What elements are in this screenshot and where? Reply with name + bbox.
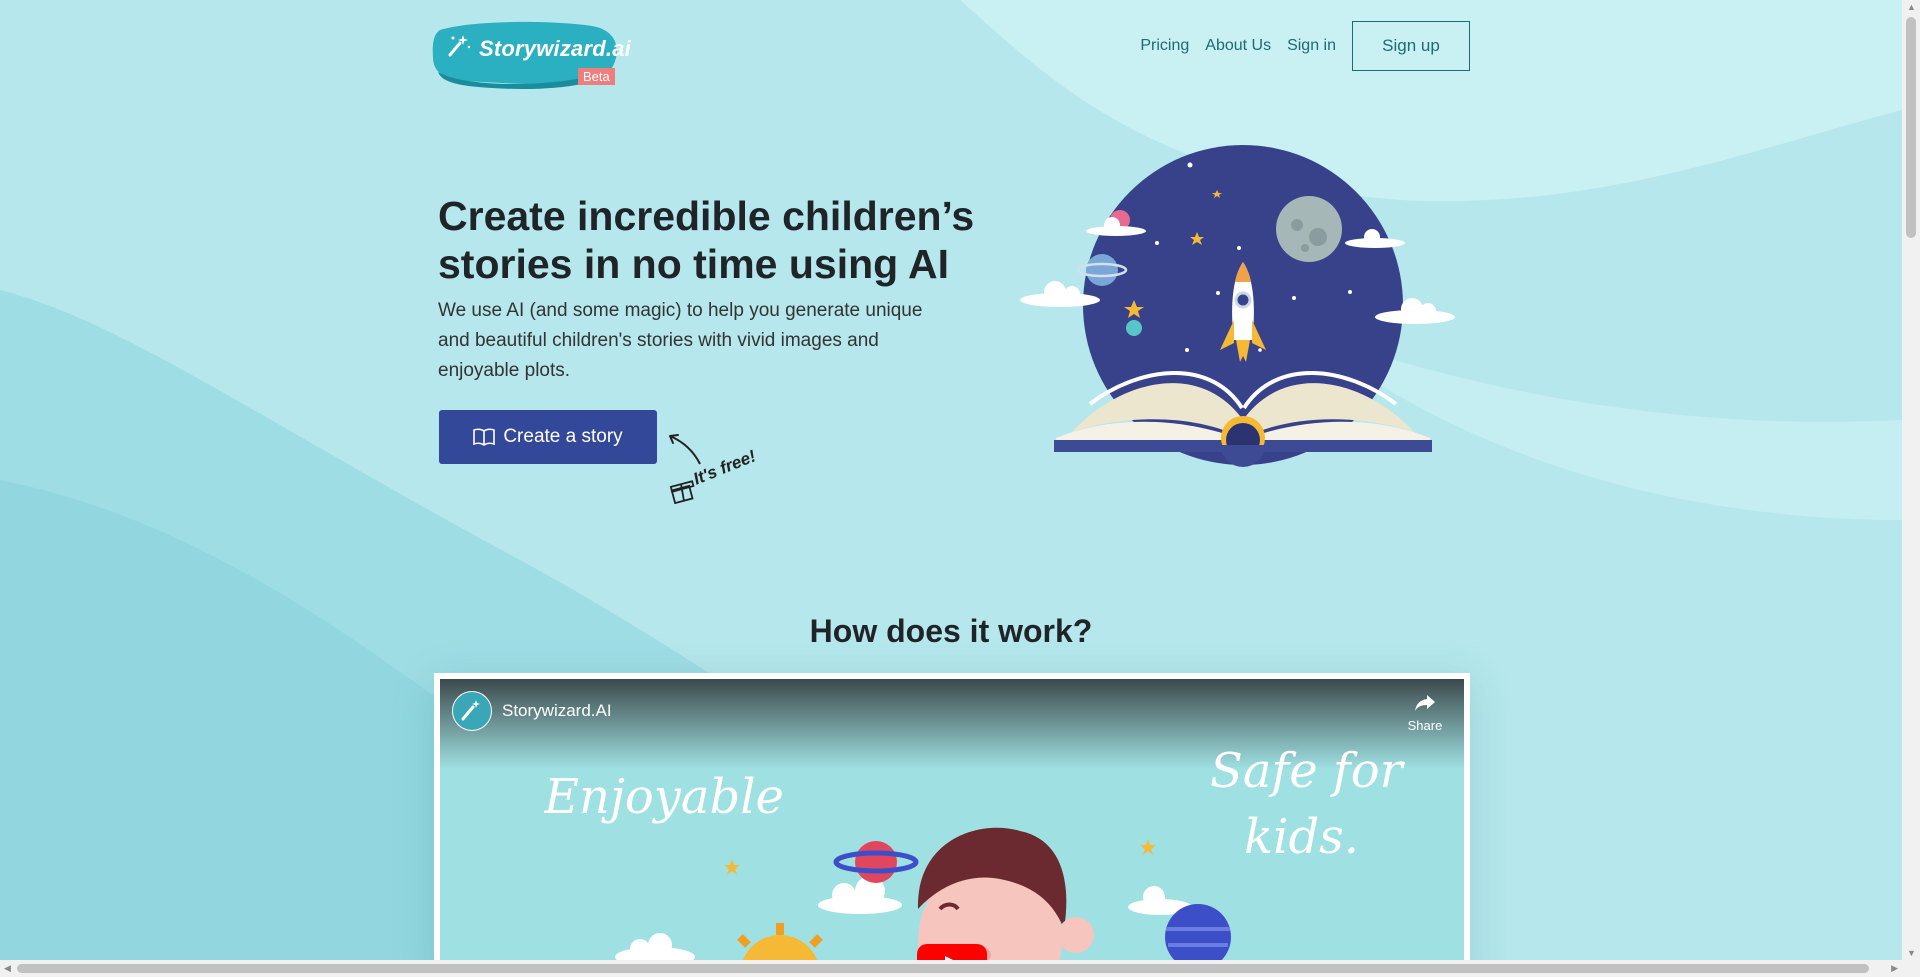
channel-avatar[interactable] xyxy=(452,691,492,731)
space-book-illustration xyxy=(1020,145,1455,467)
book-icon xyxy=(473,428,496,446)
frame-text-right-line1: Safe for xyxy=(1210,743,1406,799)
beta-badge: Beta xyxy=(578,68,615,85)
top-nav: Pricing About Us Sign in Sign up xyxy=(1124,21,1470,71)
video-share-button[interactable]: Share xyxy=(1400,693,1450,733)
hero-subtitle: We use AI (and some magic) to help you g… xyxy=(438,300,923,381)
magic-wand-icon xyxy=(448,35,471,57)
frame-text-right-line2: kids. xyxy=(1244,809,1359,865)
video-embed[interactable]: Enjoyable Safe for kids. Storywizard.AI … xyxy=(434,673,1470,960)
nav-link-about-us[interactable]: About Us xyxy=(1205,37,1271,55)
frame-text-left: Enjoyable xyxy=(544,769,784,825)
nav-link-sign-in[interactable]: Sign in xyxy=(1287,37,1336,55)
video-channel-title[interactable]: Storywizard.AI xyxy=(502,701,612,721)
page: Storywizard.ai Beta Pricing About Us Sig… xyxy=(0,0,1902,960)
scroll-right-arrow-icon[interactable]: ▶ xyxy=(1891,963,1898,974)
sign-up-button[interactable]: Sign up xyxy=(1352,21,1470,71)
how-it-works-heading: How does it work? xyxy=(809,613,1093,649)
curved-arrow-icon xyxy=(669,434,701,465)
gift-icon xyxy=(669,480,695,504)
share-label: Share xyxy=(1407,718,1443,733)
play-button[interactable] xyxy=(917,944,987,960)
brand-logo[interactable]: Storywizard.ai Beta xyxy=(432,20,631,92)
vertical-scrollbar[interactable]: ▲ ▼ xyxy=(1902,0,1920,960)
create-story-label: Create a story xyxy=(503,426,623,447)
scroll-down-arrow-icon[interactable]: ▼ xyxy=(1907,948,1916,958)
create-story-button[interactable]: Create a story xyxy=(439,410,657,464)
horizontal-scrollbar[interactable]: ◀ ▶ xyxy=(0,960,1920,977)
play-icon xyxy=(945,956,953,960)
scroll-up-arrow-icon[interactable]: ▲ xyxy=(1907,2,1916,12)
frame-text-right: Safe for kids. xyxy=(1210,743,1406,865)
vertical-scroll-thumb[interactable] xyxy=(1906,17,1916,238)
nav-link-pricing[interactable]: Pricing xyxy=(1140,37,1189,55)
magic-wand-icon xyxy=(461,700,480,721)
hero-title: Create incredible children’s stories in … xyxy=(438,193,975,287)
share-icon xyxy=(1415,695,1435,711)
frame-text-left-label: Enjoyable xyxy=(544,769,784,825)
brand-name: Storywizard.ai xyxy=(479,36,631,61)
horizontal-scroll-thumb[interactable] xyxy=(17,964,1869,973)
scroll-left-arrow-icon[interactable]: ◀ xyxy=(4,963,11,974)
